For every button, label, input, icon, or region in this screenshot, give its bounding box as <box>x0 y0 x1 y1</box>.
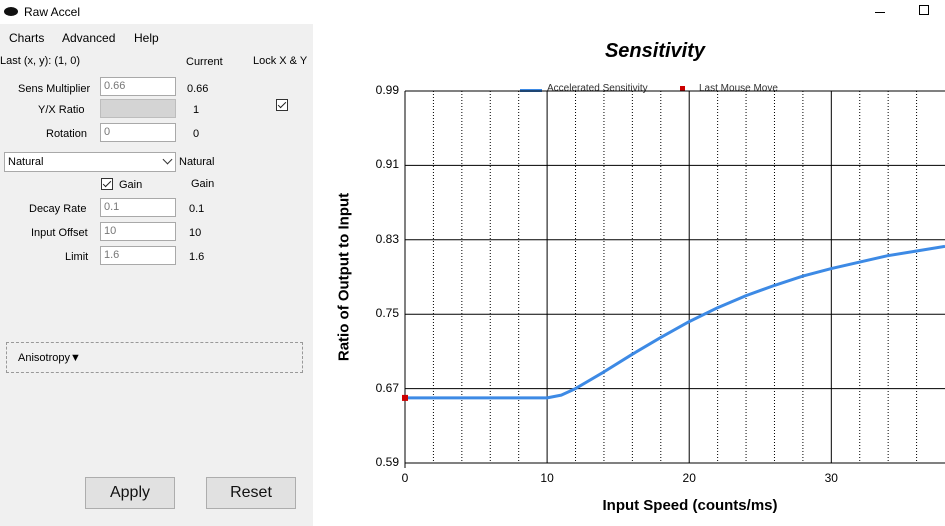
y-tick-label: 0.99 <box>375 83 399 97</box>
y-tick-label: 0.67 <box>375 380 399 395</box>
y-tick-label: 0.59 <box>375 455 399 469</box>
y-tick-label: 0.91 <box>375 157 399 172</box>
y-tick-label: 0.75 <box>375 306 399 321</box>
sensitivity-chart <box>402 90 945 468</box>
x-tick-label: 20 <box>682 471 696 485</box>
x-tick-label: 10 <box>540 471 554 485</box>
x-tick-label: 0 <box>401 471 409 485</box>
y-tick-label: 0.83 <box>375 231 399 246</box>
x-tick-label: 30 <box>824 471 838 485</box>
last-mouse-move-point <box>402 394 408 401</box>
series-line <box>405 244 945 400</box>
